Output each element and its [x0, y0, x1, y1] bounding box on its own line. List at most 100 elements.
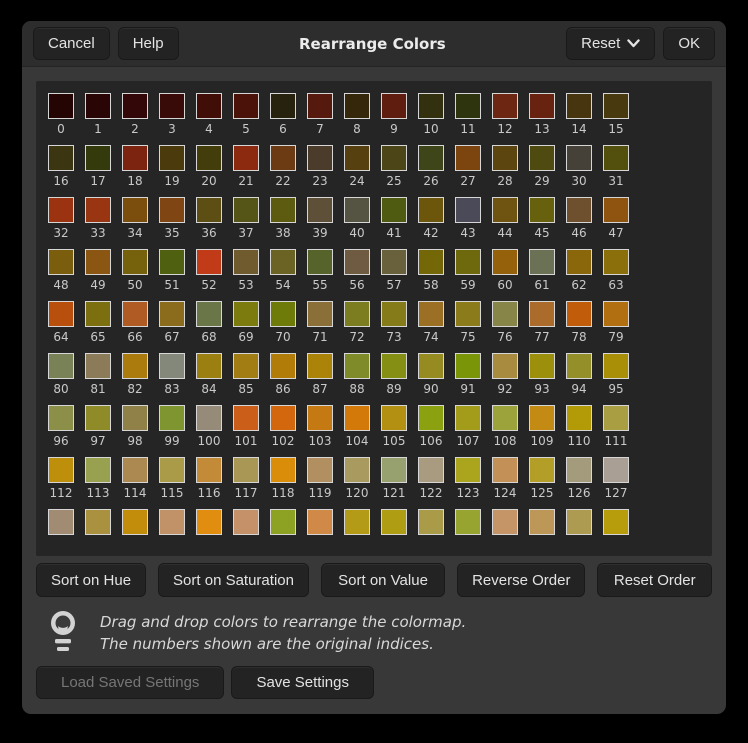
color-swatch[interactable] — [455, 509, 481, 535]
color-swatch[interactable] — [344, 509, 370, 535]
color-swatch[interactable] — [529, 405, 555, 431]
help-button[interactable]: Help — [118, 27, 179, 60]
color-swatch[interactable] — [566, 197, 592, 223]
load-saved-settings-button[interactable]: Load Saved Settings — [36, 666, 224, 699]
color-swatch[interactable] — [233, 93, 259, 119]
color-swatch[interactable] — [122, 197, 148, 223]
color-swatch[interactable] — [455, 197, 481, 223]
color-swatch[interactable] — [381, 249, 407, 275]
color-swatch[interactable] — [381, 457, 407, 483]
color-swatch[interactable] — [492, 197, 518, 223]
color-swatch[interactable] — [233, 145, 259, 171]
color-swatch[interactable] — [233, 249, 259, 275]
color-swatch[interactable] — [233, 197, 259, 223]
color-swatch[interactable] — [603, 509, 629, 535]
color-swatch[interactable] — [418, 301, 444, 327]
color-swatch[interactable] — [418, 509, 444, 535]
color-swatch[interactable] — [48, 457, 74, 483]
color-swatch[interactable] — [455, 457, 481, 483]
color-swatch[interactable] — [122, 353, 148, 379]
color-swatch[interactable] — [48, 509, 74, 535]
color-swatch[interactable] — [233, 405, 259, 431]
color-swatch[interactable] — [418, 197, 444, 223]
color-swatch[interactable] — [233, 301, 259, 327]
color-swatch[interactable] — [455, 93, 481, 119]
color-swatch[interactable] — [85, 509, 111, 535]
color-swatch[interactable] — [344, 301, 370, 327]
color-swatch[interactable] — [344, 93, 370, 119]
color-swatch[interactable] — [159, 197, 185, 223]
color-swatch[interactable] — [159, 353, 185, 379]
color-swatch[interactable] — [529, 249, 555, 275]
color-swatch[interactable] — [307, 197, 333, 223]
color-swatch[interactable] — [455, 301, 481, 327]
color-swatch[interactable] — [122, 93, 148, 119]
color-swatch[interactable] — [196, 353, 222, 379]
cancel-button[interactable]: Cancel — [33, 27, 110, 60]
color-swatch[interactable] — [196, 457, 222, 483]
color-swatch[interactable] — [455, 145, 481, 171]
color-swatch[interactable] — [122, 405, 148, 431]
reverse-order-button[interactable]: Reverse Order — [457, 563, 585, 597]
sort-on-hue-button[interactable]: Sort on Hue — [36, 563, 146, 597]
color-swatch[interactable] — [381, 197, 407, 223]
color-swatch[interactable] — [196, 93, 222, 119]
color-swatch[interactable] — [344, 145, 370, 171]
color-swatch[interactable] — [122, 145, 148, 171]
color-swatch[interactable] — [48, 145, 74, 171]
color-swatch[interactable] — [603, 93, 629, 119]
color-swatch[interactable] — [529, 457, 555, 483]
color-swatch[interactable] — [418, 457, 444, 483]
color-swatch[interactable] — [159, 145, 185, 171]
color-swatch[interactable] — [381, 301, 407, 327]
color-swatch[interactable] — [48, 353, 74, 379]
color-swatch[interactable] — [85, 301, 111, 327]
color-swatch[interactable] — [418, 353, 444, 379]
color-swatch[interactable] — [566, 509, 592, 535]
color-swatch[interactable] — [455, 249, 481, 275]
color-swatch[interactable] — [48, 301, 74, 327]
color-swatch[interactable] — [307, 301, 333, 327]
color-swatch[interactable] — [270, 353, 296, 379]
color-swatch[interactable] — [566, 353, 592, 379]
color-swatch[interactable] — [159, 301, 185, 327]
color-swatch[interactable] — [566, 457, 592, 483]
color-swatch[interactable] — [48, 93, 74, 119]
color-swatch[interactable] — [122, 301, 148, 327]
color-swatch[interactable] — [196, 145, 222, 171]
color-swatch[interactable] — [270, 197, 296, 223]
color-swatch[interactable] — [344, 197, 370, 223]
color-swatch[interactable] — [603, 197, 629, 223]
color-swatch[interactable] — [529, 145, 555, 171]
color-swatch[interactable] — [418, 249, 444, 275]
color-swatch[interactable] — [566, 249, 592, 275]
color-swatch[interactable] — [566, 301, 592, 327]
color-swatch[interactable] — [418, 405, 444, 431]
color-swatch[interactable] — [122, 457, 148, 483]
reset-order-button[interactable]: Reset Order — [597, 563, 712, 597]
color-swatch[interactable] — [270, 301, 296, 327]
color-swatch[interactable] — [344, 249, 370, 275]
color-swatch[interactable] — [307, 509, 333, 535]
color-swatch[interactable] — [122, 249, 148, 275]
color-swatch[interactable] — [603, 457, 629, 483]
color-swatch[interactable] — [529, 197, 555, 223]
color-swatch[interactable] — [381, 509, 407, 535]
color-swatch[interactable] — [492, 145, 518, 171]
color-swatch[interactable] — [48, 249, 74, 275]
color-swatch[interactable] — [270, 249, 296, 275]
color-swatch[interactable] — [603, 145, 629, 171]
color-swatch[interactable] — [159, 457, 185, 483]
color-swatch[interactable] — [270, 145, 296, 171]
color-swatch[interactable] — [196, 405, 222, 431]
color-swatch[interactable] — [418, 93, 444, 119]
color-swatch[interactable] — [529, 301, 555, 327]
color-swatch[interactable] — [196, 197, 222, 223]
color-swatch[interactable] — [566, 145, 592, 171]
color-swatch[interactable] — [85, 249, 111, 275]
color-swatch[interactable] — [492, 405, 518, 431]
color-swatch[interactable] — [233, 353, 259, 379]
color-swatch[interactable] — [381, 145, 407, 171]
color-swatch[interactable] — [603, 353, 629, 379]
color-swatch[interactable] — [307, 145, 333, 171]
